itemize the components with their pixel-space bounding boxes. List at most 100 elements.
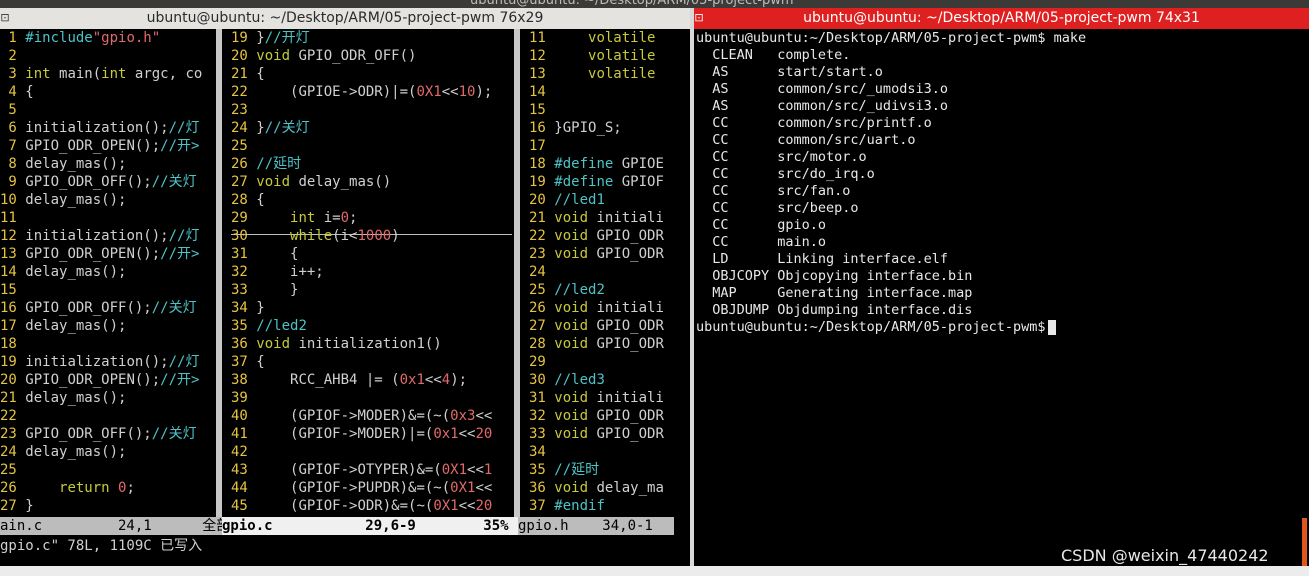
main-c-line: 8 delay_mas(); [0, 156, 127, 172]
top-title: ubuntu@ubuntu: ~/Desktop/ARM/05-project-… [470, 0, 794, 8]
gpio-h-line: 19 #define GPIOF [529, 174, 664, 190]
gpio-h-line: 13 volatile [529, 66, 656, 82]
gpio-h-line: 18 #define GPIOE [529, 156, 664, 172]
gpio-c-line: 32 i++; [231, 264, 324, 280]
scrollbar-indicator[interactable] [1302, 518, 1307, 566]
terminal-output-line: ubuntu@ubuntu:~/Desktop/ARM/05-project-p… [696, 319, 1054, 335]
window-menu-icon[interactable]: ⊡ [694, 12, 704, 24]
line-number: 27 [529, 318, 555, 334]
line-number: 8 [0, 156, 26, 172]
terminal-output-line: AS common/src/_umodsi3.o [696, 81, 948, 97]
terminal-output-line: CC main.o [696, 234, 827, 250]
vim-pane-gpio-h[interactable]: 11 volatile 12 volatile 13 volatile 14 15 1… [529, 29, 674, 517]
gpio-c-line: 31 { [231, 246, 299, 262]
line-number: 40 [231, 408, 257, 424]
main-c-line: 20 GPIO_ODR_OPEN();//开> [0, 372, 200, 388]
line-number: 19 [0, 354, 26, 370]
terminal-output-line: AS start/start.o [696, 64, 883, 80]
line-number: 9 [0, 174, 26, 190]
gpio-c-line: 43 (GPIOF->OTYPER)&=(0X1<<1 [231, 462, 493, 478]
gpio-h-line: 32 void GPIO_ODR [529, 408, 664, 424]
terminal-output-line: CC common/src/uart.o [696, 132, 916, 148]
terminal-output-line: CC src/motor.o [696, 149, 867, 165]
terminal-output-line: MAP Generating interface.map [696, 285, 973, 301]
line-number: 33 [231, 282, 257, 298]
line-number: 14 [529, 84, 555, 100]
line-number: 43 [231, 462, 257, 478]
terminal-output-line: CC src/fan.o [696, 183, 851, 199]
gpio-c-line: 19 }//开灯 [231, 30, 310, 46]
line-number: 30 [231, 228, 257, 244]
line-number: 36 [231, 336, 257, 352]
line-number: 15 [0, 282, 26, 298]
vertical-split-divider[interactable] [514, 29, 520, 517]
left-terminal-window[interactable]: ⊡ ubuntu@ubuntu: ~/Desktop/ARM/05-projec… [0, 8, 690, 566]
terminal-output-line: ubuntu@ubuntu:~/Desktop/ARM/05-project-p… [696, 30, 1087, 46]
gpio-c-line: 44 (GPIOF->PUPDR)&=(~(0X1<< [231, 480, 493, 496]
status-line-gpio-c: gpio.c 29,6-9 35% [222, 517, 518, 535]
line-number: 30 [529, 372, 555, 388]
vim-pane-gpio-c[interactable]: 19 }//开灯 20 void GPIO_ODR_OFF() 21 {22 (GP… [231, 29, 512, 517]
vim-pane-main-c[interactable]: 1 #include"gpio.h" 2 3 int main(int argc… [0, 29, 215, 517]
right-terminal-window[interactable]: ⊡ ubuntu@ubuntu: ~/Desktop/ARM/05-projec… [694, 8, 1309, 566]
gpio-c-line: 34 } [231, 300, 265, 316]
terminal-output-line: CC src/do_irq.o [696, 166, 875, 182]
line-number: 20 [0, 372, 26, 388]
line-number: 26 [0, 480, 26, 496]
line-number: 39 [231, 390, 257, 406]
line-number: 22 [0, 408, 26, 424]
main-c-line: 17 delay_mas(); [0, 318, 127, 334]
line-number: 33 [529, 426, 555, 442]
gpio-h-line: 31 void initiali [529, 390, 664, 406]
main-c-line: 18 [0, 335, 25, 353]
main-c-line: 14 delay_mas(); [0, 264, 127, 280]
line-number: 26 [529, 300, 555, 316]
line-number: 32 [231, 264, 257, 280]
vertical-split-divider[interactable] [216, 29, 222, 517]
line-number: 42 [231, 444, 257, 460]
right-title-bar[interactable]: ⊡ ubuntu@ubuntu: ~/Desktop/ARM/05-projec… [694, 8, 1309, 29]
gpio-h-line: 17 [529, 137, 554, 155]
line-number: 27 [0, 498, 26, 514]
gpio-h-line: 21 void initiali [529, 210, 664, 226]
line-number: 35 [529, 462, 555, 478]
line-number: 37 [231, 354, 257, 370]
gpio-h-line: 24 [529, 263, 554, 281]
gpio-h-line: 29 [529, 353, 554, 371]
gpio-h-line: 14 [529, 83, 554, 101]
gpio-h-line: 27 void GPIO_ODR [529, 318, 664, 334]
gpio-c-line: 40 (GPIOF->MODER)&=(~(0x3<< [231, 408, 493, 424]
gpio-c-line: 29 int i=0; [231, 210, 358, 226]
gpio-h-line: 16 }GPIO_S; [529, 120, 622, 136]
main-c-line: 11 [0, 209, 25, 227]
gpio-c-line: 20 void GPIO_ODR_OFF() [231, 48, 417, 64]
terminal-output[interactable]: ubuntu@ubuntu:~/Desktop/ARM/05-project-p… [694, 29, 1309, 566]
line-number: 23 [529, 246, 555, 262]
gpio-h-line: 26 void initiali [529, 300, 664, 316]
line-number: 6 [0, 120, 26, 136]
gpio-c-line: 33 } [231, 282, 299, 298]
line-number: 25 [529, 282, 555, 298]
terminal-output-line: OBJDUMP Objdumping interface.dis [696, 302, 973, 318]
line-number: 31 [529, 390, 555, 406]
main-c-line: 15 [0, 281, 25, 299]
line-number: 11 [529, 30, 555, 46]
line-number: 29 [231, 210, 257, 226]
terminal-output-line: CC gpio.o [696, 217, 827, 233]
line-number: 12 [0, 228, 26, 244]
main-c-line: 19 initialization();//灯 [0, 354, 200, 370]
left-title-bar[interactable]: ⊡ ubuntu@ubuntu: ~/Desktop/ARM/05-projec… [0, 8, 690, 29]
gpio-h-line: 34 [529, 443, 554, 461]
line-number: 45 [231, 498, 257, 514]
gpio-h-line: 23 void GPIO_ODR [529, 246, 664, 262]
gpio-h-line: 25 //led2 [529, 282, 605, 298]
line-number: 26 [231, 156, 257, 172]
window-menu-icon[interactable]: ⊡ [0, 12, 10, 24]
line-number: 31 [231, 246, 257, 262]
line-number: 28 [529, 336, 555, 352]
line-number: 5 [0, 102, 26, 118]
line-number: 41 [231, 426, 257, 442]
line-number: 25 [0, 462, 26, 478]
main-c-line: 24 delay_mas(); [0, 444, 127, 460]
line-number: 2 [0, 48, 26, 64]
